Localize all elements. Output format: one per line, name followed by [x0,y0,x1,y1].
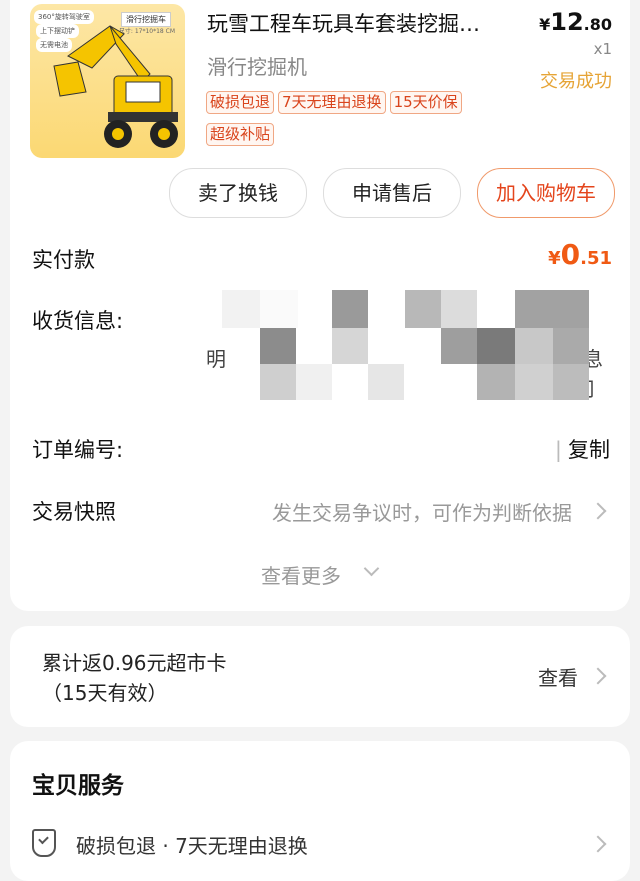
product-price: ¥12.80 [539,8,612,36]
rebate-card[interactable]: 累计返0.96元超市卡 （15天有效） 查看 [10,626,630,727]
order-card: 360°旋转驾驶室 上下摆动铲 无需电池 滑行挖掘车 尺寸: 17*10*18 … [10,0,630,611]
rebate-text: 累计返0.96元超市卡 （15天有效） [42,648,227,708]
service-card: 宝贝服务 破损包退 · 7天无理由退换 [10,741,630,881]
view-more-link[interactable]: 查看更多 [261,560,341,589]
service-title: 宝贝服务 [32,773,124,799]
chevron-down-icon[interactable] [363,560,380,577]
product-quantity: x1 [593,40,612,58]
payment-amount: ¥0.51 [548,238,612,271]
rebate-view-link[interactable]: 查看 [538,662,578,691]
snapshot-label[interactable]: 交易快照 [32,496,116,526]
snapshot-description[interactable]: 发生交易争议时，可作为判断依据 [272,497,572,526]
chevron-right-icon[interactable] [589,835,607,853]
badge: 7天无理由退换 [278,91,386,114]
chevron-right-icon[interactable] [589,667,607,685]
badge: 15天价保 [389,91,462,114]
product-thumbnail[interactable]: 360°旋转驾驶室 上下摆动铲 无需电池 滑行挖掘车 尺寸: 17*10*18 … [30,4,185,158]
rebate-line1: 累计返0.96元超市卡 [42,651,227,675]
after-sale-button[interactable]: 申请售后 [323,168,461,218]
badge: 超级补贴 [206,123,275,146]
add-to-cart-button[interactable]: 加入购物车 [477,168,615,218]
order-copy[interactable]: | 复制 [555,434,610,464]
order-number-label: 订单编号: [32,438,124,462]
product-variant: 滑行挖掘机 [207,55,307,79]
order-status: 交易成功 [540,71,612,92]
product-title[interactable]: 玩雪工程车玩具车套装挖掘… [207,8,537,38]
service-item[interactable]: 破损包退 · 7天无理由退换 [76,830,308,859]
shipping-label: 收货信息: [32,309,124,333]
service-badges: 破损包退 7天无理由退换 15天价保 超级补贴 [206,91,536,155]
divider: | [554,438,562,462]
copy-button[interactable]: 复制 [568,438,610,462]
badge: 破损包退 [206,91,275,114]
sell-button[interactable]: 卖了换钱 [169,168,307,218]
excavator-image [53,25,178,148]
rebate-line2: （15天有效） [42,681,168,705]
chevron-right-icon[interactable] [589,502,607,520]
shield-check-icon [32,829,56,857]
payment-label: 实付款 [32,248,95,272]
